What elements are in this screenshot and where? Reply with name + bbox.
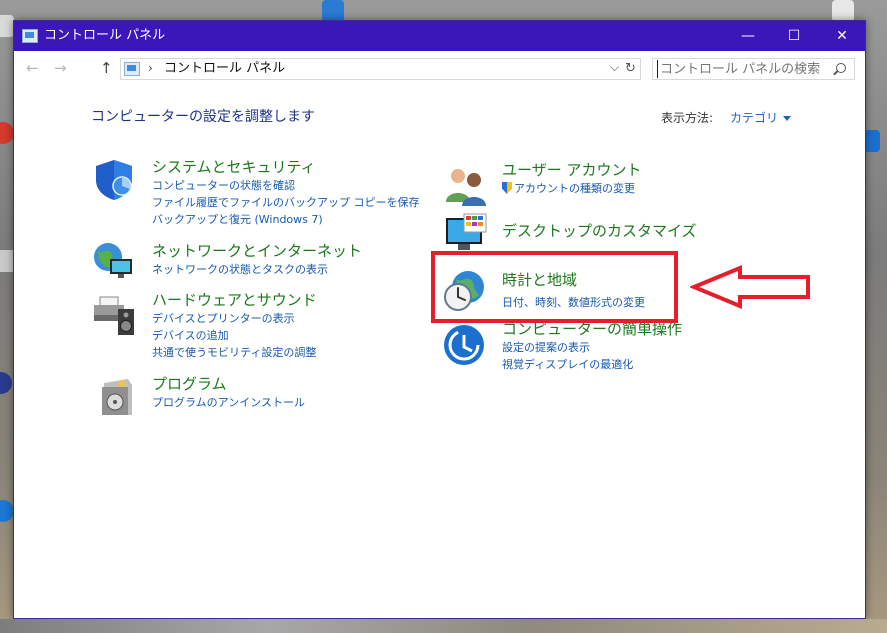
desktop-icon[interactable] <box>0 15 14 37</box>
breadcrumb[interactable]: コントロール パネル <box>164 61 285 77</box>
category-title-desktop[interactable]: デスクトップのカスタマイズ <box>502 222 697 241</box>
title-bar[interactable]: コントロール パネル — ☐ ✕ <box>14 21 865 51</box>
category-system-security: システムとセキュリティ コンピューターの状態を確認 ファイル履歴でファイルのバッ… <box>152 158 420 228</box>
taskbar-strip <box>0 619 887 633</box>
up-button[interactable]: ↑ <box>100 59 113 77</box>
search-box[interactable] <box>652 58 855 80</box>
category-programs: プログラム プログラムのアンインストール <box>152 375 305 411</box>
desktop-icon[interactable] <box>0 122 14 144</box>
category-title-network[interactable]: ネットワークとインターネット <box>152 242 362 261</box>
control-panel-window: コントロール パネル — ☐ ✕ ← → ↑ › コントロール パネル ⌵ ↻ … <box>13 20 866 619</box>
chevron-down-icon[interactable]: ⌵ <box>610 60 619 75</box>
link-optimize-display[interactable]: 視覚ディスプレイの最適化 <box>502 356 682 373</box>
link-check-computer-status[interactable]: コンピューターの状態を確認 <box>152 177 420 194</box>
category-desktop-customization: デスクトップのカスタマイズ <box>502 222 697 241</box>
users-icon[interactable] <box>444 164 488 208</box>
back-button[interactable]: ← <box>26 59 39 77</box>
link-add-device[interactable]: デバイスの追加 <box>152 327 317 344</box>
view-by-label: 表示方法: <box>661 111 714 125</box>
refresh-button[interactable]: ↻ <box>621 58 641 80</box>
category-ease-of-access: コンピューターの簡単操作 設定の提案の表示 視覚ディスプレイの最適化 <box>502 320 682 373</box>
control-panel-icon <box>22 29 38 43</box>
link-file-history-backup[interactable]: ファイル履歴でファイルのバックアップ コピーを保存 <box>152 194 420 211</box>
page-title: コンピューターの設定を調整します <box>91 109 315 125</box>
search-icon[interactable] <box>836 63 846 73</box>
red-arrow-icon <box>690 265 810 309</box>
forward-button[interactable]: → <box>54 59 67 77</box>
navigation-bar: ← → ↑ › コントロール パネル ⌵ ↻ <box>14 51 865 87</box>
shield-icon[interactable] <box>92 158 136 202</box>
desktop-icon[interactable] <box>322 0 344 22</box>
close-button[interactable]: ✕ <box>819 21 865 51</box>
category-title-hardware[interactable]: ハードウェアとサウンド <box>152 291 317 310</box>
link-mobility-settings[interactable]: 共通で使うモビリティ設定の調整 <box>152 344 317 361</box>
category-title-programs[interactable]: プログラム <box>152 375 305 394</box>
category-title-user-accounts[interactable]: ユーザー アカウント <box>502 161 641 180</box>
maximize-button[interactable]: ☐ <box>771 21 817 51</box>
category-user-accounts: ユーザー アカウント アカウントの種類の変更 <box>502 161 641 197</box>
programs-box-icon[interactable] <box>94 375 138 419</box>
monitor-icon[interactable] <box>444 212 488 256</box>
chevron-right-icon[interactable]: › <box>148 61 153 75</box>
ease-of-access-icon[interactable] <box>442 323 486 367</box>
desktop-icon[interactable] <box>832 0 854 22</box>
desktop-icon[interactable] <box>0 500 14 522</box>
link-devices-printers[interactable]: デバイスとプリンターの表示 <box>152 310 317 327</box>
category-hardware-sound: ハードウェアとサウンド デバイスとプリンターの表示 デバイスの追加 共通で使うモ… <box>152 291 317 361</box>
category-network-internet: ネットワークとインターネット ネットワークの状態とタスクの表示 <box>152 242 362 278</box>
link-change-account-type[interactable]: アカウントの種類の変更 <box>502 180 641 197</box>
link-network-status[interactable]: ネットワークの状態とタスクの表示 <box>152 261 362 278</box>
address-bar[interactable]: › コントロール パネル ⌵ <box>120 58 641 80</box>
link-backup-restore[interactable]: バックアップと復元 (Windows 7) <box>152 211 420 228</box>
network-globe-icon[interactable] <box>92 239 136 283</box>
printer-speaker-icon[interactable] <box>92 293 136 337</box>
control-panel-icon <box>124 62 140 76</box>
search-input[interactable] <box>657 60 827 78</box>
desktop-icon[interactable] <box>0 372 12 394</box>
link-suggested-settings[interactable]: 設定の提案の表示 <box>502 339 682 356</box>
highlight-box <box>431 251 678 323</box>
view-by-dropdown[interactable]: カテゴリ <box>730 109 791 126</box>
category-title-system-security[interactable]: システムとセキュリティ <box>152 158 420 177</box>
window-title: コントロール パネル <box>44 28 166 43</box>
link-uninstall-program[interactable]: プログラムのアンインストール <box>152 394 305 411</box>
minimize-button[interactable]: — <box>725 21 771 51</box>
